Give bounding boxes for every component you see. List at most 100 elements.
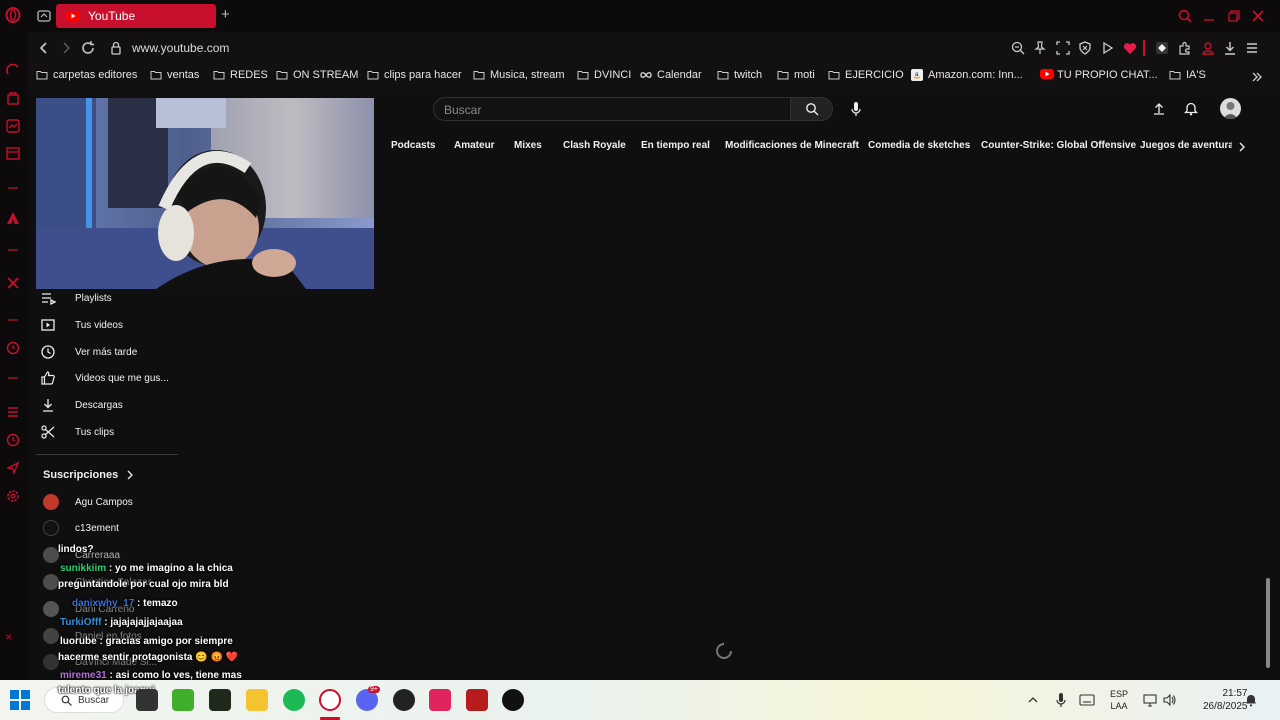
bookmark-item[interactable]: REDES (213, 69, 268, 81)
clock-icon[interactable] (5, 432, 21, 448)
mic-icon[interactable] (849, 101, 863, 117)
obs-icon[interactable] (393, 689, 415, 711)
network-icon[interactable] (1143, 693, 1157, 707)
search-input[interactable]: Buscar (433, 97, 791, 121)
opera-logo-icon[interactable] (5, 7, 21, 23)
clock[interactable]: 21:57 26/8/2025 (1203, 687, 1248, 713)
language-indicator[interactable]: ESP LAA (1110, 688, 1128, 712)
guide-label: Tus clips (75, 426, 115, 438)
url-field[interactable]: www.youtube.com (132, 41, 229, 55)
history-icon[interactable] (5, 340, 21, 356)
close-icon[interactable] (1250, 8, 1266, 24)
file-explorer-icon[interactable] (246, 689, 268, 711)
chip[interactable]: Counter-Strike: Global Offensive (981, 140, 1136, 151)
bookmark-item[interactable]: ON STREAM (276, 69, 358, 81)
calendar-icon[interactable] (5, 145, 21, 161)
chip[interactable]: Amateur (454, 140, 495, 151)
bookmark-item[interactable]: twitch (717, 69, 762, 81)
bookmark-item[interactable]: EJERCICIO (828, 69, 904, 81)
guide-label: Tus videos (75, 319, 123, 331)
search-button[interactable] (790, 97, 833, 121)
send-icon[interactable] (5, 460, 21, 476)
task-view-icon[interactable] (136, 689, 158, 711)
chip[interactable]: En tiempo real (641, 140, 710, 151)
chip[interactable]: Clash Royale (563, 140, 626, 151)
bag-icon[interactable] (5, 90, 21, 106)
upload-icon[interactable] (1152, 101, 1166, 115)
adobe-icon[interactable] (5, 210, 21, 226)
notifications-icon[interactable] (1184, 101, 1198, 116)
guide-label: Ver más tarde (75, 346, 138, 358)
more-icon[interactable]: ✕ (5, 632, 21, 648)
puzzle-icon[interactable] (1177, 40, 1193, 56)
scrollbar-thumb[interactable] (1266, 578, 1270, 668)
chevron-up-icon[interactable] (1027, 694, 1039, 706)
guide-item-watch-later[interactable]: Ver más tarde (40, 342, 137, 362)
snapshot-icon[interactable] (1055, 40, 1071, 56)
tabs-list-icon[interactable] (5, 404, 21, 420)
reload-icon[interactable] (80, 40, 96, 56)
bookmark-item[interactable]: IA'S (1169, 69, 1206, 81)
subscription-item[interactable]: c13ement (43, 518, 119, 538)
chevron-right-icon[interactable] (1236, 141, 1248, 153)
shield-icon[interactable] (1077, 40, 1093, 56)
heart-icon[interactable] (1122, 40, 1138, 56)
tab-youtube[interactable]: YouTube (56, 4, 216, 28)
subscriptions-header[interactable]: Suscripciones (43, 469, 134, 481)
bookmark-item[interactable]: ventas (150, 69, 199, 81)
menu-icon[interactable] (1244, 40, 1260, 56)
bookmarks-overflow-icon[interactable] (1250, 70, 1264, 84)
chip[interactable]: Mixes (514, 140, 542, 151)
chip[interactable]: Modificaciones de Minecraft (725, 140, 859, 151)
notes-icon[interactable] (209, 689, 231, 711)
bookmark-item[interactable]: Musica, stream (473, 69, 565, 81)
bookmark-item[interactable]: moti (777, 69, 815, 81)
tiktok-icon[interactable] (502, 689, 524, 711)
bookmark-item[interactable]: Calendar (640, 69, 702, 81)
avatar[interactable] (1220, 98, 1241, 119)
notifications-bell-icon[interactable] (1244, 693, 1258, 707)
bookmark-item[interactable]: TU PROPIO CHAT... (1040, 69, 1158, 81)
clock-time: 21:57 (1222, 688, 1248, 699)
tab-island-icon[interactable] (36, 8, 52, 24)
bookmark-item[interactable]: DVINCI (577, 69, 631, 81)
guide-item-downloads[interactable]: Descargas (40, 395, 123, 415)
chip[interactable]: Juegos de aventura y a (1140, 140, 1232, 151)
bookmark-item[interactable]: carpetas editores (36, 69, 137, 81)
zoom-icon[interactable] (1010, 40, 1026, 56)
minecraft-icon[interactable] (172, 689, 194, 711)
guide-item-playlists[interactable]: Playlists (40, 288, 112, 308)
spotify-icon[interactable] (283, 689, 305, 711)
lock-icon[interactable] (108, 40, 124, 56)
x-twitter-icon[interactable] (5, 275, 21, 291)
aria-icon[interactable] (5, 62, 21, 78)
chip[interactable]: Comedia de sketches (868, 140, 970, 151)
chip[interactable]: Podcasts (391, 140, 435, 151)
restore-icon[interactable] (1226, 8, 1242, 24)
play-icon[interactable] (1099, 40, 1115, 56)
profile-icon[interactable] (1200, 40, 1216, 56)
forward-icon[interactable] (58, 40, 74, 56)
mic-icon[interactable] (1055, 692, 1067, 708)
bookmark-item[interactable]: a Amazon.com: Inn... (911, 69, 1023, 81)
search-tabs-icon[interactable] (1177, 8, 1193, 24)
guide-item-your-videos[interactable]: Tus videos (40, 315, 123, 335)
windows-start-icon[interactable] (10, 690, 30, 710)
minimize-icon[interactable] (1201, 8, 1217, 24)
subscription-item[interactable]: Agu Campos (43, 492, 133, 512)
extension-icon[interactable] (1154, 40, 1170, 56)
messenger-icon[interactable] (5, 118, 21, 134)
keyboard-icon[interactable] (1079, 693, 1095, 707)
opera-taskbar-icon[interactable] (319, 689, 341, 711)
download-icon[interactable] (1222, 40, 1238, 56)
capcut-icon[interactable] (429, 689, 451, 711)
voicemeeter-icon[interactable] (466, 689, 488, 711)
settings-icon[interactable] (5, 488, 21, 504)
guide-item-clips[interactable]: Tus clips (40, 422, 114, 442)
back-icon[interactable] (36, 40, 52, 56)
bookmark-item[interactable]: clips para hacer (367, 69, 462, 81)
guide-item-liked[interactable]: Videos que me gus... (40, 368, 169, 388)
pin-icon[interactable] (1032, 40, 1048, 56)
new-tab-button[interactable]: + (221, 6, 230, 23)
volume-icon[interactable] (1163, 693, 1177, 707)
